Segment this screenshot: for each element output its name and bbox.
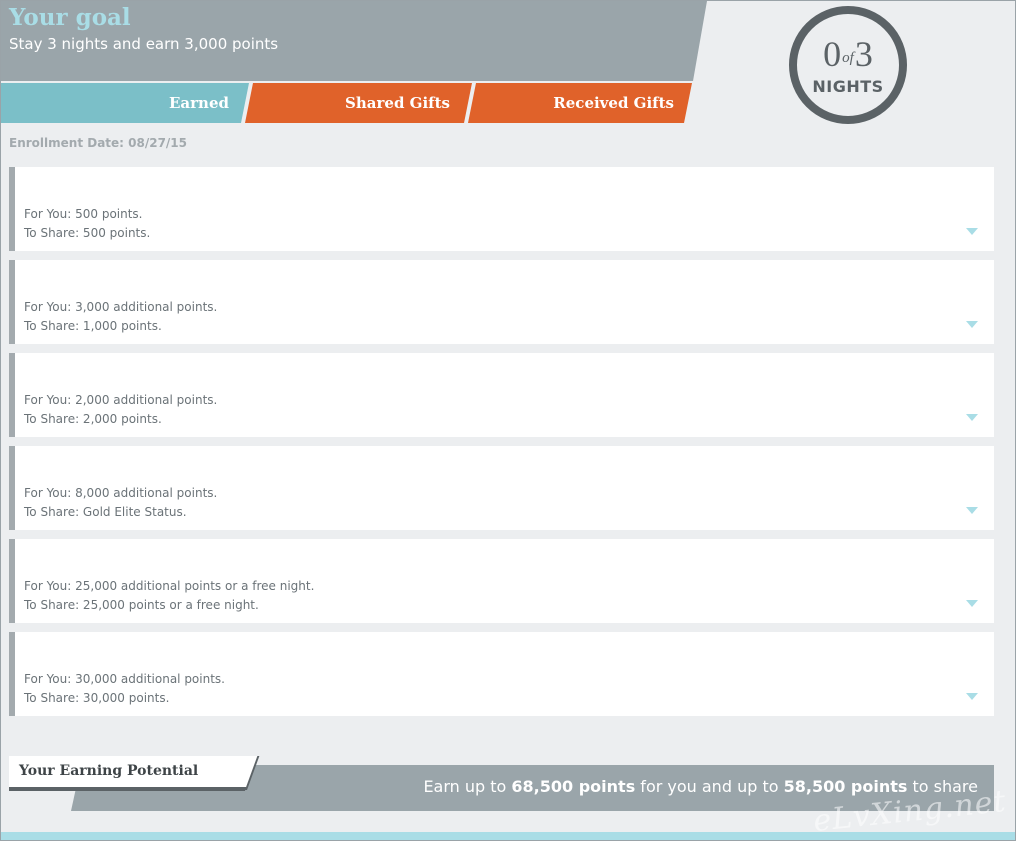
nights-label: NIGHTS bbox=[812, 77, 884, 96]
tier-card[interactable]: For You: 2,000 additional points. To Sha… bbox=[9, 353, 994, 437]
chevron-down-icon[interactable] bbox=[966, 414, 978, 421]
earning-potential-text: Earn up to 68,500 points for you and up … bbox=[423, 777, 978, 796]
tier-for-you: For You: 2,000 additional points. bbox=[24, 393, 218, 407]
tier-to-share: To Share: Gold Elite Status. bbox=[24, 505, 187, 519]
potential-you-points: 68,500 points bbox=[511, 777, 636, 796]
nights-goal: 3 bbox=[854, 34, 873, 74]
tier-card[interactable]: For You: 25,000 additional points or a f… bbox=[9, 539, 994, 623]
tier-for-you: For You: 30,000 additional points. bbox=[24, 672, 225, 686]
nights-current: 0 bbox=[823, 34, 842, 74]
heading-tag-underline bbox=[9, 787, 247, 789]
earning-potential-heading-tag: Your Earning Potential bbox=[9, 756, 259, 791]
tier-to-share: To Share: 30,000 points. bbox=[24, 691, 170, 705]
tab-received-gifts-label: Received Gifts bbox=[553, 94, 674, 112]
tier-for-you: For You: 25,000 additional points or a f… bbox=[24, 579, 315, 593]
goal-title: Your goal bbox=[9, 4, 131, 31]
tier-for-you: For You: 500 points. bbox=[24, 207, 143, 221]
tier-card[interactable]: For You: 3,000 additional points. To Sha… bbox=[9, 260, 994, 344]
tab-shared-gifts[interactable]: Shared Gifts bbox=[245, 83, 472, 123]
chevron-down-icon[interactable] bbox=[966, 228, 978, 235]
potential-share-points: 58,500 points bbox=[783, 777, 908, 796]
tier-card[interactable]: For You: 8,000 additional points. To Sha… bbox=[9, 446, 994, 530]
tab-received-gifts[interactable]: Received Gifts bbox=[468, 83, 692, 123]
tier-to-share: To Share: 1,000 points. bbox=[24, 319, 162, 333]
tier-card[interactable]: For You: 500 points. To Share: 500 point… bbox=[9, 167, 994, 251]
nights-of: of bbox=[842, 49, 854, 66]
tier-for-you: For You: 3,000 additional points. bbox=[24, 300, 218, 314]
potential-pre: Earn up to bbox=[423, 777, 512, 796]
enrollment-date: Enrollment Date: 08/27/15 bbox=[9, 136, 188, 150]
tier-card[interactable]: For You: 30,000 additional points. To Sh… bbox=[9, 632, 994, 716]
tab-shared-gifts-label: Shared Gifts bbox=[345, 94, 450, 112]
potential-mid: for you and up to bbox=[635, 777, 784, 796]
chevron-down-icon[interactable] bbox=[966, 321, 978, 328]
chevron-down-icon[interactable] bbox=[966, 693, 978, 700]
tab-earned-label: Earned bbox=[169, 94, 229, 112]
chevron-down-icon[interactable] bbox=[966, 507, 978, 514]
tier-to-share: To Share: 25,000 points or a free night. bbox=[24, 598, 259, 612]
earning-potential-heading: Your Earning Potential bbox=[19, 763, 199, 779]
tier-for-you: For You: 8,000 additional points. bbox=[24, 486, 218, 500]
page-frame: Your goal Stay 3 nights and earn 3,000 p… bbox=[0, 0, 1016, 841]
tier-to-share: To Share: 500 points. bbox=[24, 226, 151, 240]
tier-to-share: To Share: 2,000 points. bbox=[24, 412, 162, 426]
chevron-down-icon[interactable] bbox=[966, 600, 978, 607]
goal-subtitle: Stay 3 nights and earn 3,000 points bbox=[9, 35, 279, 53]
nights-progress-ring: 0of3 NIGHTS bbox=[789, 6, 907, 124]
nights-count: 0of3 bbox=[797, 36, 899, 76]
bottom-strip bbox=[1, 832, 1015, 840]
tab-earned[interactable]: Earned bbox=[1, 83, 249, 123]
